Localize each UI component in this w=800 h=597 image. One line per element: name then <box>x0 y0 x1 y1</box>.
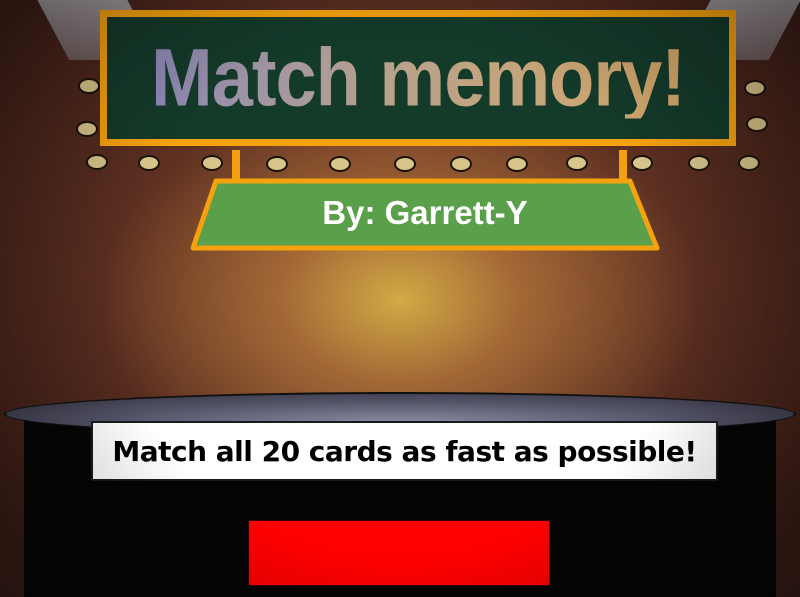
marquee-light-icon <box>738 155 760 171</box>
title-sign: Match memory! <box>100 10 736 146</box>
marquee-light-icon <box>201 155 223 171</box>
instruction-banner: Match all 20 cards as fast as possible! <box>91 421 718 481</box>
marquee-light-icon <box>329 156 351 172</box>
author-sign: By: Garrett-Y <box>190 178 660 252</box>
marquee-light-icon <box>266 156 288 172</box>
marquee-light-icon <box>394 156 416 172</box>
author-credit: By: Garrett-Y <box>322 194 528 231</box>
marquee-light-icon <box>631 155 653 171</box>
marquee-light-icon <box>78 78 100 94</box>
marquee-light-icon <box>744 80 766 96</box>
marquee-light-icon <box>450 156 472 172</box>
marquee-light-icon <box>566 155 588 171</box>
marquee-light-icon <box>138 155 160 171</box>
marquee-light-icon <box>506 156 528 172</box>
marquee-light-icon <box>76 121 98 137</box>
marquee-light-icon <box>688 155 710 171</box>
start-button[interactable] <box>248 520 550 586</box>
instruction-text: Match all 20 cards as fast as possible! <box>112 434 697 468</box>
game-stage: Match memory! By: Garrett-Y Match all 20… <box>0 0 800 597</box>
game-title: Match memory! <box>151 31 686 124</box>
marquee-light-icon <box>86 154 108 170</box>
marquee-light-icon <box>746 116 768 132</box>
